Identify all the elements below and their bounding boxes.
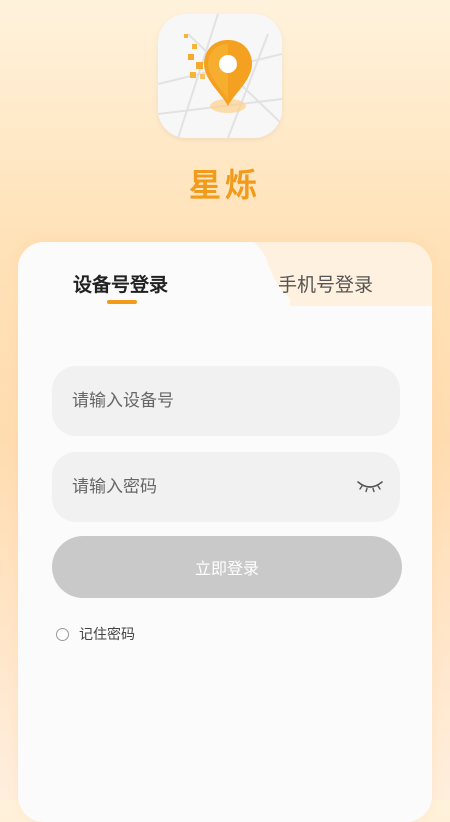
login-card: 设备号登录 手机号登录 立即登录 记住密码 [18, 242, 432, 822]
remember-password-checkbox[interactable] [56, 627, 69, 641]
active-tab-indicator [107, 300, 137, 304]
remember-password-label: 记住密码 [79, 627, 135, 643]
password-input[interactable] [52, 452, 400, 522]
app-logo [158, 14, 282, 138]
app-title: 星烁 [188, 166, 261, 204]
tab-device-login[interactable]: 设备号登录 [73, 270, 168, 297]
remember-password-option[interactable]: 记住密码 [56, 624, 135, 644]
device-number-input[interactable] [52, 366, 400, 436]
password-field [52, 452, 400, 522]
device-number-field [52, 366, 400, 436]
tab-phone-login[interactable]: 手机号登录 [278, 270, 373, 297]
map-pin-icon [158, 14, 282, 138]
eye-closed-icon[interactable] [356, 476, 384, 496]
login-button[interactable]: 立即登录 [52, 536, 402, 598]
